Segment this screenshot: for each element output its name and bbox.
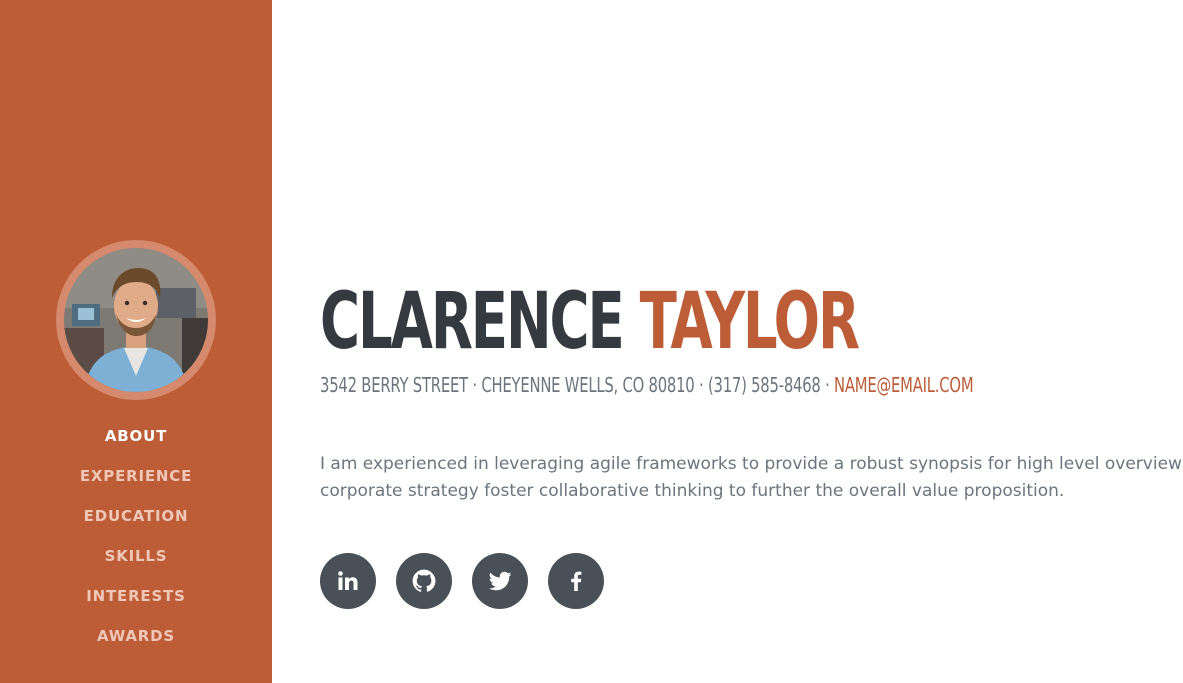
email-link[interactable]: NAME@EMAIL.COM: [834, 373, 974, 397]
profile-name: CLARENCE TAYLOR: [320, 274, 860, 370]
twitter-icon: [488, 571, 512, 591]
nav-item-awards[interactable]: AWARDS: [0, 620, 272, 660]
bio-line-2: corporate strategy foster collaborative …: [320, 481, 1065, 501]
address-text: 3542 BERRY STREET · CHEYENNE WELLS, CO 8…: [320, 373, 835, 397]
nav-item-experience[interactable]: EXPERIENCE: [0, 460, 272, 500]
bio-line-1: I am experienced in leveraging agile fra…: [320, 454, 1183, 474]
about-section: CLARENCE TAYLOR 3542 BERRY STREET · CHEY…: [320, 0, 1183, 683]
first-name: CLARENCE: [320, 277, 625, 367]
nav-item-interests[interactable]: INTERESTS: [0, 580, 272, 620]
linkedin-icon: [338, 571, 358, 590]
linkedin-button[interactable]: [320, 553, 376, 609]
sidebar-nav: ABOUT EXPERIENCE EDUCATION SKILLS INTERE…: [0, 420, 272, 660]
profile-photo: [64, 248, 208, 392]
bio-paragraph: I am experienced in leveraging agile fra…: [320, 451, 1183, 505]
nav-item-education[interactable]: EDUCATION: [0, 500, 272, 540]
twitter-button[interactable]: [472, 553, 528, 609]
resume-page: ABOUT EXPERIENCE EDUCATION SKILLS INTERE…: [0, 0, 1183, 683]
last-name: TAYLOR: [639, 277, 860, 367]
github-button[interactable]: [396, 553, 452, 609]
contact-line: 3542 BERRY STREET · CHEYENNE WELLS, CO 8…: [320, 370, 974, 400]
sidebar: ABOUT EXPERIENCE EDUCATION SKILLS INTERE…: [0, 0, 272, 683]
github-icon: [412, 569, 436, 592]
profile-avatar-frame: [56, 240, 216, 400]
nav-item-about[interactable]: ABOUT: [0, 420, 272, 460]
facebook-icon: [571, 571, 582, 591]
nav-item-skills[interactable]: SKILLS: [0, 540, 272, 580]
social-icons: [320, 553, 624, 609]
profile-avatar[interactable]: [64, 248, 208, 392]
facebook-button[interactable]: [548, 553, 604, 609]
